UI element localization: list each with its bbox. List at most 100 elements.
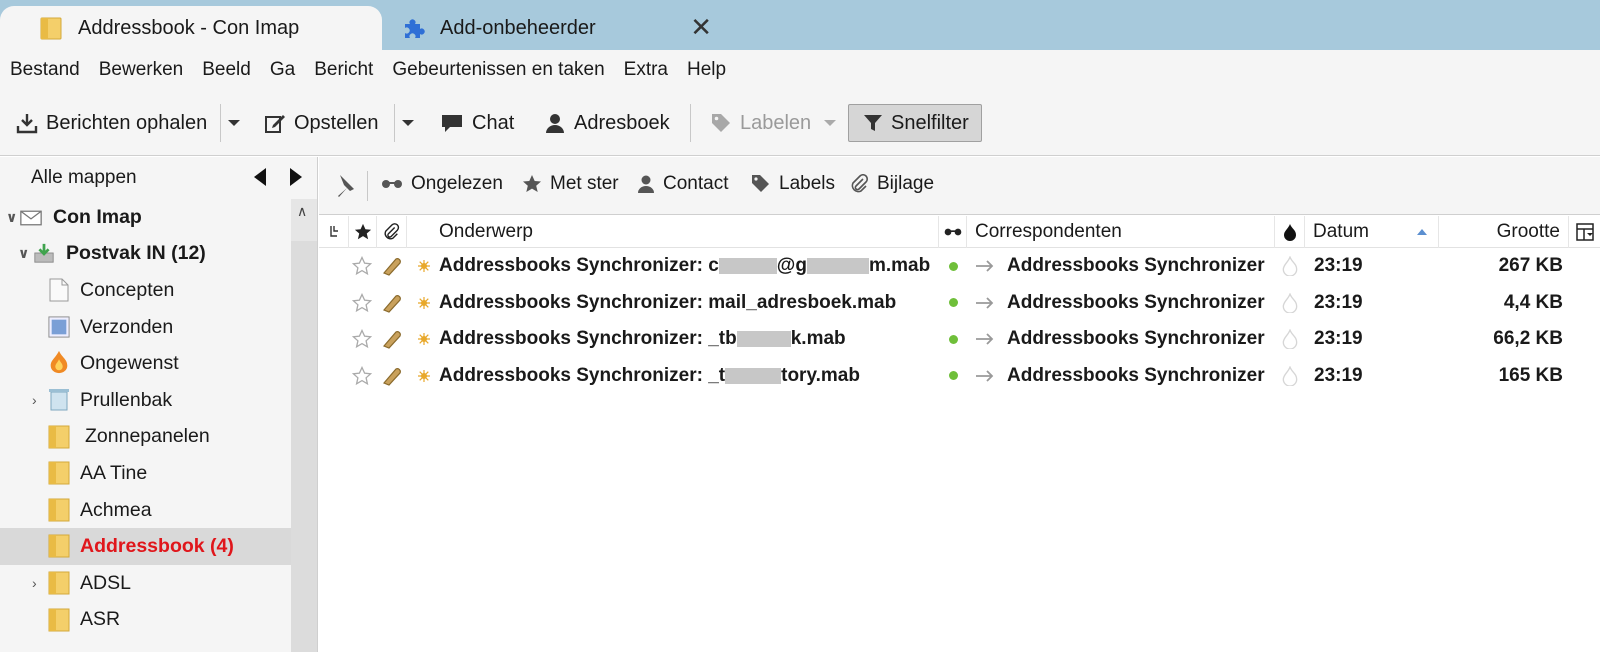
chevron-down-icon bbox=[227, 120, 240, 126]
new-message-indicator bbox=[418, 358, 430, 395]
menu-beeld[interactable]: Beeld bbox=[202, 59, 251, 81]
star-toggle[interactable] bbox=[352, 321, 372, 358]
thread-column[interactable] bbox=[319, 216, 349, 248]
scroll-up-icon[interactable]: ∧ bbox=[297, 203, 307, 220]
flame-outline-icon[interactable] bbox=[1282, 321, 1298, 358]
menu-bestand[interactable]: Bestand bbox=[10, 59, 80, 81]
date-column[interactable]: Datum bbox=[1305, 216, 1439, 248]
tab-addressbook[interactable]: Addressbook - Con Imap bbox=[0, 6, 382, 50]
flame-outline-icon[interactable] bbox=[1282, 248, 1298, 285]
folder-row-aa-tine[interactable]: AA Tine bbox=[0, 455, 292, 492]
starred-filter-button[interactable]: Met ster bbox=[522, 173, 619, 195]
folder-row-zonnepanelen[interactable]: Zonnepanelen bbox=[0, 419, 292, 456]
paperclip-icon bbox=[851, 174, 869, 193]
sticky-filter-pin[interactable] bbox=[331, 173, 365, 199]
collapse-twisty-icon[interactable]: › bbox=[32, 575, 37, 591]
scrollbar-thumb[interactable] bbox=[291, 241, 317, 652]
message-size: 4,4 KB bbox=[1503, 291, 1563, 313]
unread-dot[interactable] bbox=[949, 358, 958, 395]
attachment-indicator bbox=[380, 248, 402, 285]
table-row[interactable]: Addressbooks Synchronizer: _tb k.mab Addr… bbox=[319, 321, 1600, 358]
unread-filter-button[interactable]: Ongelezen bbox=[381, 173, 503, 195]
redaction bbox=[725, 367, 782, 384]
flame-outline-icon[interactable] bbox=[1282, 285, 1298, 322]
star-icon bbox=[523, 175, 541, 192]
folder-row-sent[interactable]: Verzonden bbox=[0, 309, 292, 346]
message-subject: Addressbooks Synchronizer: mail_adresboe… bbox=[439, 291, 897, 313]
triangle-left-icon[interactable] bbox=[253, 167, 267, 187]
chat-button[interactable]: Chat bbox=[440, 104, 514, 142]
menu-extra[interactable]: Extra bbox=[624, 59, 668, 81]
folder-label: Concepten bbox=[80, 278, 175, 301]
folder-row-achmea[interactable]: Achmea bbox=[0, 492, 292, 529]
compose-dropdown[interactable] bbox=[394, 104, 420, 142]
folder-row-junk[interactable]: Ongewenst bbox=[0, 345, 292, 382]
menu-gebeurtenissen[interactable]: Gebeurtenissen en taken bbox=[392, 59, 604, 81]
menu-help[interactable]: Help bbox=[687, 59, 726, 81]
menu-ga[interactable]: Ga bbox=[270, 59, 295, 81]
folder-row-trash[interactable]: › Prullenbak bbox=[0, 382, 292, 419]
junk-status-column[interactable] bbox=[1275, 216, 1305, 248]
table-row[interactable]: Addressbooks Synchronizer: _t tory.mab Ad… bbox=[319, 358, 1600, 395]
collapse-twisty-icon[interactable]: › bbox=[32, 392, 37, 408]
arrow-right-icon bbox=[975, 285, 995, 322]
close-icon[interactable]: ✕ bbox=[690, 14, 712, 40]
thread-column-header: Onderwerp Correspondenten Datum Grootte bbox=[319, 216, 1600, 248]
compose-label: Opstellen bbox=[294, 111, 379, 134]
star-column[interactable] bbox=[349, 216, 377, 248]
folder-pane-header: Alle mappen bbox=[0, 157, 317, 199]
folder-row-addressbook[interactable]: Addressbook (4) bbox=[0, 528, 292, 565]
star-toggle[interactable] bbox=[352, 358, 372, 395]
tab-addon-manager[interactable]: Add-onbeheerder ✕ bbox=[394, 6, 734, 50]
message-size: 165 KB bbox=[1498, 364, 1563, 386]
folder-row-asr[interactable]: ASR bbox=[0, 602, 292, 639]
folder-row-adsl[interactable]: › ADSL bbox=[0, 565, 292, 602]
new-message-indicator bbox=[418, 321, 430, 358]
tag-button[interactable]: Labelen bbox=[710, 104, 845, 142]
star-outline-icon bbox=[352, 292, 372, 312]
subject-column[interactable]: Onderwerp bbox=[407, 216, 939, 248]
star-toggle[interactable] bbox=[352, 285, 372, 322]
menu-bericht[interactable]: Bericht bbox=[314, 59, 373, 81]
folder-label: Achmea bbox=[80, 498, 152, 521]
new-message-indicator bbox=[418, 248, 430, 285]
correspondents-column[interactable]: Correspondenten bbox=[967, 216, 1275, 248]
addressbook-button[interactable]: Adresboek bbox=[544, 104, 670, 142]
compose-button[interactable]: Opstellen bbox=[264, 104, 379, 142]
table-row[interactable]: Addressbooks Synchronizer: mail_adresboe… bbox=[319, 285, 1600, 322]
size-column[interactable]: Grootte bbox=[1439, 216, 1569, 248]
paperclip-icon bbox=[384, 223, 399, 240]
menu-bewerken[interactable]: Bewerken bbox=[99, 59, 184, 81]
new-star-icon bbox=[418, 333, 430, 346]
folder-row-con-imap[interactable]: ∨ Con Imap bbox=[0, 199, 292, 236]
contact-icon bbox=[638, 175, 654, 193]
folder-label: Verzonden bbox=[80, 315, 174, 338]
get-messages-dropdown[interactable] bbox=[220, 104, 246, 142]
folder-pane-scrollbar[interactable]: ∧ bbox=[291, 199, 317, 652]
expand-twisty-icon[interactable]: ∨ bbox=[6, 209, 17, 226]
table-row[interactable]: Addressbooks Synchronizer: c @g m.mab Addr… bbox=[319, 248, 1600, 285]
flame-outline-icon[interactable] bbox=[1282, 358, 1298, 395]
unread-dot[interactable] bbox=[949, 321, 958, 358]
expand-twisty-icon[interactable]: ∨ bbox=[18, 245, 29, 262]
sent-icon bbox=[48, 316, 70, 338]
pencil-icon bbox=[265, 115, 285, 133]
folder-row-inbox[interactable]: ∨ Postvak IN (12) bbox=[0, 236, 292, 273]
folder-row-drafts[interactable]: Concepten bbox=[0, 272, 292, 309]
triangle-right-icon[interactable] bbox=[289, 167, 303, 187]
contact-filter-button[interactable]: Contact bbox=[637, 173, 728, 195]
column-picker[interactable] bbox=[1569, 216, 1600, 248]
quickfilter-button[interactable]: Snelfilter bbox=[848, 104, 982, 142]
unread-dot[interactable] bbox=[949, 285, 958, 322]
read-status-column[interactable] bbox=[939, 216, 967, 248]
folder-label: ADSL bbox=[80, 571, 131, 594]
get-messages-button[interactable]: Berichten ophalen bbox=[16, 104, 207, 142]
attachment-filter-button[interactable]: Bijlage bbox=[851, 173, 934, 195]
star-toggle[interactable] bbox=[352, 248, 372, 285]
tags-filter-button[interactable]: Labels bbox=[751, 173, 835, 195]
message-size: 66,2 KB bbox=[1493, 328, 1563, 350]
folder-label: Con Imap bbox=[53, 205, 142, 228]
attachment-icon bbox=[382, 331, 401, 349]
attachment-column[interactable] bbox=[377, 216, 407, 248]
unread-dot[interactable] bbox=[949, 248, 958, 285]
